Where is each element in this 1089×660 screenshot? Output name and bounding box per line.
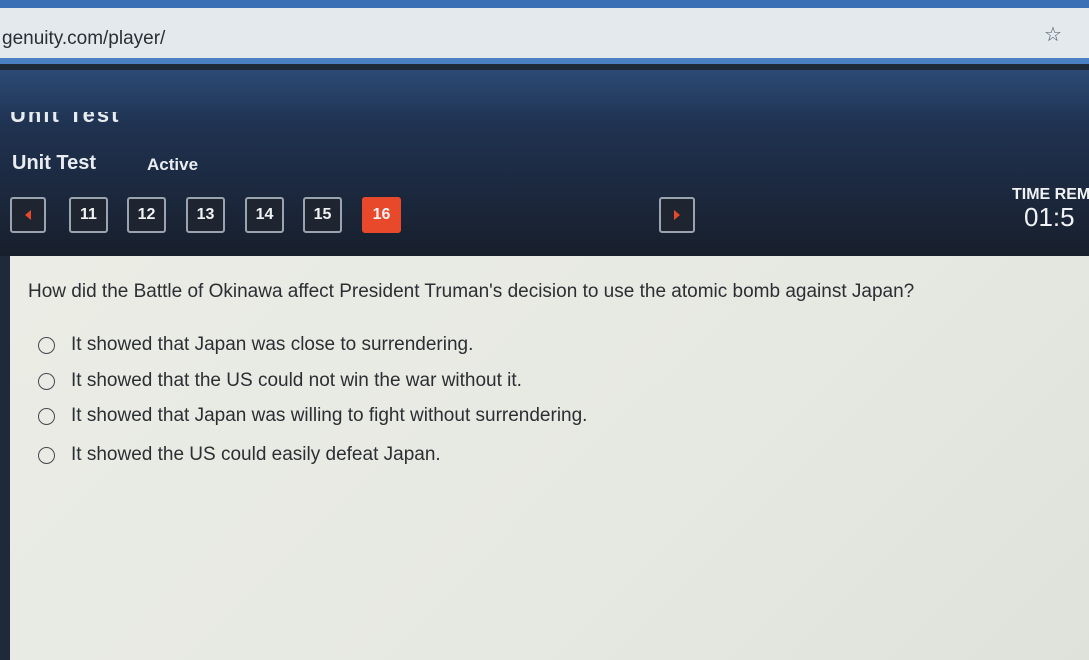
address-bar[interactable]: genuity.com/player/ ☆ [0, 8, 1089, 64]
url-text[interactable]: genuity.com/player/ [2, 28, 165, 50]
answer-option-label[interactable]: It showed that Japan was close to surren… [71, 334, 473, 356]
question-14-button[interactable]: 14 [245, 197, 284, 233]
question-12-button[interactable]: 12 [127, 197, 166, 233]
answer-option-2[interactable]: It showed that the US could not win the … [38, 370, 522, 392]
status-badge: Active [147, 155, 199, 174]
answer-option-4[interactable]: It showed the US could easily defeat Jap… [38, 444, 441, 466]
chevron-left-icon [25, 210, 31, 220]
answer-option-1[interactable]: It showed that Japan was close to surren… [38, 334, 473, 356]
banner-title: Unit Test [10, 112, 121, 126]
question-13-button[interactable]: 13 [186, 197, 225, 233]
page-title: Unit Test [12, 152, 97, 174]
answer-option-label[interactable]: It showed that the US could not win the … [71, 370, 522, 392]
radio-button[interactable] [38, 372, 55, 390]
answer-option-3[interactable]: It showed that Japan was willing to figh… [38, 405, 587, 427]
radio-button[interactable] [38, 407, 55, 425]
question-16-button[interactable]: 16 [362, 197, 401, 233]
star-icon[interactable]: ☆ [1044, 22, 1062, 47]
timer-value: 01:5 [1024, 202, 1075, 232]
answer-option-label[interactable]: It showed that Japan was willing to figh… [71, 405, 587, 427]
next-question-button[interactable] [659, 197, 695, 233]
answer-option-label[interactable]: It showed the US could easily defeat Jap… [71, 444, 441, 466]
prev-question-button[interactable] [10, 197, 46, 233]
question-15-button[interactable]: 15 [303, 197, 342, 233]
radio-button[interactable] [38, 336, 55, 354]
chevron-right-icon [674, 210, 680, 220]
radio-button[interactable] [38, 446, 55, 464]
question-11-button[interactable]: 11 [69, 197, 108, 233]
browser-tab-strip [0, 0, 1089, 8]
question-panel: How did the Battle of Okinawa affect Pre… [10, 256, 1089, 660]
question-text: How did the Battle of Okinawa affect Pre… [28, 281, 915, 302]
